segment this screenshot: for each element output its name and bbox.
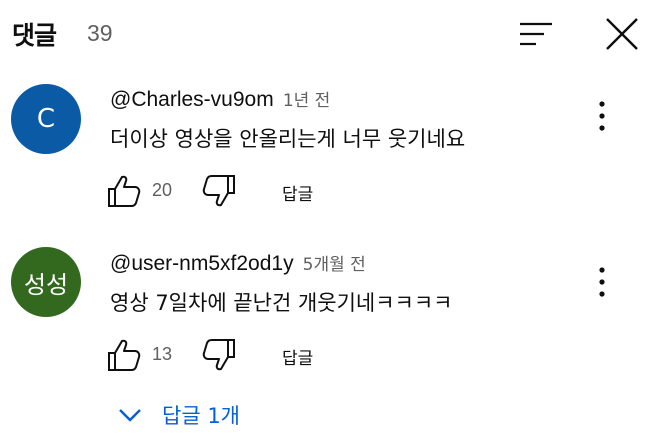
comment-actions: 13 답글 bbox=[104, 335, 404, 375]
thumb-down-icon[interactable] bbox=[199, 335, 239, 375]
comments-title: 댓글 bbox=[12, 21, 57, 50]
thumb-up-icon[interactable] bbox=[104, 335, 144, 375]
comment-author[interactable]: @user-nm5xf2od1y bbox=[110, 252, 294, 275]
comment-text: 더이상 영상을 안올리는게 너무 웃기네요 bbox=[110, 127, 466, 151]
comment-time[interactable]: 1년 전 bbox=[283, 91, 331, 111]
chevron-down-icon bbox=[119, 409, 141, 422]
sort-icon[interactable] bbox=[516, 18, 556, 50]
comment-text: 영상 7일차에 끝난건 개웃기네ㅋㅋㅋㅋ bbox=[110, 291, 453, 315]
thumb-up-icon[interactable] bbox=[104, 171, 144, 211]
avatar-letter: C bbox=[36, 104, 56, 134]
avatar-letter: 성성 bbox=[23, 270, 69, 299]
view-replies-button[interactable]: 답글 1개 bbox=[116, 395, 240, 435]
close-icon[interactable] bbox=[602, 14, 642, 54]
comment-time[interactable]: 5개월 전 bbox=[303, 255, 366, 275]
view-replies-label: 답글 1개 bbox=[162, 404, 240, 428]
more-vert-icon[interactable] bbox=[588, 98, 616, 134]
comment-meta: @Charles-vu9om 1년 전 bbox=[110, 86, 330, 112]
reply-button[interactable]: 답글 bbox=[282, 180, 313, 205]
comment-author[interactable]: @Charles-vu9om bbox=[110, 88, 274, 111]
comments-count: 39 bbox=[87, 20, 113, 46]
comment-meta: @user-nm5xf2od1y 5개월 전 bbox=[110, 250, 366, 276]
more-vert-icon[interactable] bbox=[588, 264, 616, 300]
thumb-down-icon[interactable] bbox=[199, 171, 239, 211]
avatar[interactable]: 성성 bbox=[11, 247, 81, 317]
like-count: 20 bbox=[152, 180, 173, 200]
comment-actions: 20 답글 bbox=[104, 171, 404, 211]
comments-header: 댓글 39 bbox=[0, 0, 670, 70]
reply-button[interactable]: 답글 bbox=[282, 344, 313, 369]
avatar[interactable]: C bbox=[11, 84, 81, 154]
like-count: 13 bbox=[152, 344, 173, 364]
